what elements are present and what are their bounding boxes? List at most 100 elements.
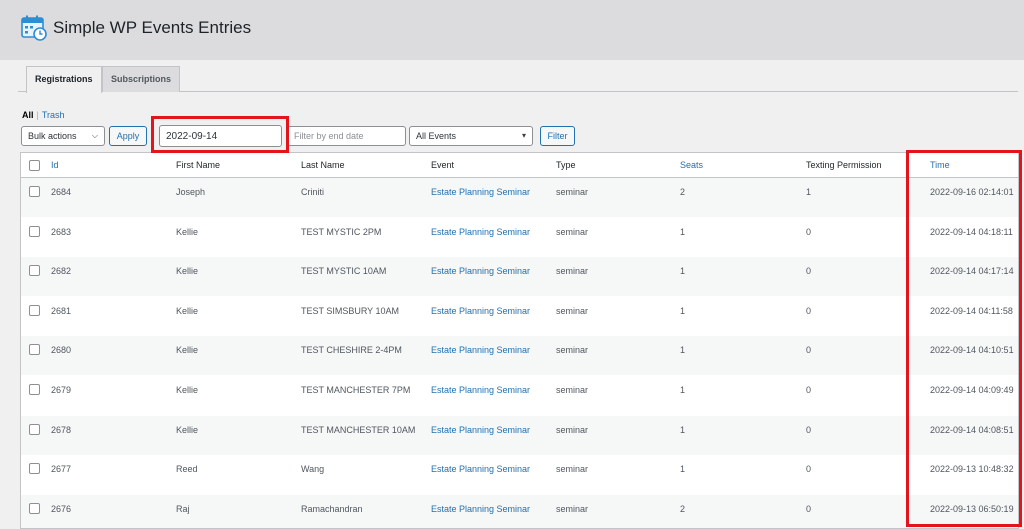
- row-first-name: Kellie: [176, 226, 199, 237]
- row-texting-permission: 0: [806, 424, 812, 435]
- row-checkbox[interactable]: [29, 344, 40, 356]
- bulk-actions-label: Bulk actions: [28, 131, 77, 141]
- row-first-name: Kellie: [176, 305, 199, 316]
- row-id: 2677: [51, 464, 72, 475]
- row-seats: 1: [680, 345, 686, 356]
- row-type: seminar: [556, 345, 589, 356]
- row-seats: 1: [680, 385, 686, 395]
- row-texting-permission: 0: [806, 226, 812, 237]
- row-last-name: TEST CHESHIRE 2-4PM: [301, 345, 402, 356]
- table-row: 2681 Kellie TEST SIMSBURY 10AM Estate Plann…: [21, 297, 1018, 336]
- row-texting-permission: 0: [806, 464, 812, 475]
- row-event-link[interactable]: Estate Planning Seminar: [431, 227, 530, 237]
- events-select[interactable]: All Events ▾: [409, 126, 533, 146]
- bulk-actions-select[interactable]: Bulk actions ⌵: [21, 126, 105, 146]
- row-last-name: TEST MYSTIC 2PM: [301, 226, 382, 237]
- tab-bar: Registrations Subscriptions: [18, 66, 1018, 93]
- row-id: 2683: [51, 226, 72, 237]
- row-checkbox[interactable]: [29, 502, 40, 514]
- row-checkbox[interactable]: [29, 384, 40, 395]
- row-event-link[interactable]: Estate Planning Seminar: [431, 464, 530, 474]
- row-id: 2680: [51, 345, 72, 356]
- table-row: 2680 Kellie TEST CHESHIRE 2-4PM Estate Plan…: [21, 336, 1018, 376]
- row-seats: 1: [680, 266, 686, 277]
- row-id: 2682: [51, 266, 72, 277]
- tab-registrations[interactable]: Registrations: [26, 66, 102, 93]
- row-seats: 1: [680, 226, 686, 237]
- column-header-event: Event: [431, 160, 455, 170]
- row-id: 2679: [51, 385, 72, 395]
- row-id: 2676: [51, 503, 72, 514]
- row-id: 2678: [51, 424, 72, 435]
- row-id: 2681: [51, 305, 72, 316]
- column-header-first-name: First Name: [176, 160, 221, 170]
- row-seats: 2: [680, 503, 686, 514]
- entries-table: Id First Name Last Name Event Type Seats…: [20, 152, 1019, 529]
- row-first-name: Reed: [176, 464, 198, 475]
- date-filter-highlight-box: [151, 116, 289, 153]
- row-first-name: Kellie: [176, 385, 199, 395]
- row-texting-permission: 1: [806, 187, 812, 197]
- row-type: seminar: [556, 503, 589, 514]
- end-date-input[interactable]: [287, 126, 406, 146]
- row-checkbox[interactable]: [29, 423, 40, 435]
- table-header-row: Id First Name Last Name Event Type Seats…: [21, 153, 1018, 178]
- tab-subscriptions[interactable]: Subscriptions: [102, 66, 181, 92]
- app-title: Simple WP Events Entries: [53, 18, 252, 37]
- row-type: seminar: [556, 266, 589, 277]
- view-trash-link[interactable]: Trash: [42, 110, 65, 120]
- column-header-last-name: Last Name: [301, 160, 345, 170]
- row-last-name: TEST MANCHESTER 10AM: [301, 424, 416, 435]
- calendar-clock-icon: [21, 15, 47, 41]
- caret-down-icon: ▾: [521, 131, 526, 140]
- row-texting-permission: 0: [806, 345, 812, 356]
- column-header-type: Type: [556, 160, 576, 170]
- filter-button[interactable]: Filter: [540, 126, 575, 146]
- row-type: seminar: [556, 305, 589, 316]
- row-checkbox[interactable]: [29, 265, 40, 277]
- row-checkbox[interactable]: [29, 463, 40, 475]
- select-all-checkbox[interactable]: [29, 160, 40, 171]
- table-row: 2684 Joseph Criniti Estate Planning Seminar…: [21, 178, 1018, 217]
- row-first-name: Kellie: [176, 345, 199, 356]
- row-last-name: Ramachandran: [301, 503, 363, 514]
- column-header-seats[interactable]: Seats: [680, 160, 703, 170]
- row-texting-permission: 0: [806, 305, 812, 316]
- row-event-link[interactable]: Estate Planning Seminar: [431, 385, 530, 395]
- row-id: 2684: [51, 187, 72, 197]
- column-header-id[interactable]: Id: [51, 160, 59, 170]
- view-filter-links: All | Trash: [22, 110, 65, 120]
- chevron-down-icon: ⌵: [91, 131, 98, 140]
- row-checkbox[interactable]: [29, 304, 40, 316]
- row-first-name: Kellie: [176, 266, 199, 277]
- table-row: 2682 Kellie TEST MYSTIC 10AM Estate Plannin…: [21, 257, 1018, 297]
- view-all-link[interactable]: All: [22, 110, 34, 120]
- row-type: seminar: [556, 226, 589, 237]
- row-first-name: Kellie: [176, 424, 199, 435]
- row-texting-permission: 0: [806, 266, 812, 277]
- row-seats: 1: [680, 305, 686, 316]
- row-first-name: Joseph: [176, 187, 206, 197]
- row-event-link[interactable]: Estate Planning Seminar: [431, 425, 530, 435]
- row-type: seminar: [556, 424, 589, 435]
- row-event-link[interactable]: Estate Planning Seminar: [431, 504, 530, 514]
- apply-button[interactable]: Apply: [109, 126, 147, 146]
- row-type: seminar: [556, 385, 589, 395]
- table-row: 2683 Kellie TEST MYSTIC 2PM Estate Planning…: [21, 218, 1018, 257]
- table-row: 2676 Raj Ramachandran Estate Planning Semin…: [21, 494, 1018, 528]
- row-event-link[interactable]: Estate Planning Seminar: [431, 187, 530, 197]
- time-column-highlight-box: [906, 150, 1022, 527]
- table-row: 2678 Kellie TEST MANCHESTER 10AM Estate Pla…: [21, 415, 1018, 455]
- row-last-name: TEST MYSTIC 10AM: [301, 266, 387, 277]
- row-checkbox[interactable]: [29, 186, 40, 197]
- row-checkbox[interactable]: [29, 225, 40, 237]
- row-event-link[interactable]: Estate Planning Seminar: [431, 266, 530, 276]
- row-event-link[interactable]: Estate Planning Seminar: [431, 345, 530, 355]
- row-event-link[interactable]: Estate Planning Seminar: [431, 306, 530, 316]
- row-seats: 2: [680, 187, 686, 197]
- events-select-label: All Events: [416, 131, 457, 141]
- row-type: seminar: [556, 464, 589, 475]
- table-row: 2679 Kellie TEST MANCHESTER 7PM Estate Plan…: [21, 376, 1018, 415]
- row-texting-permission: 0: [806, 385, 812, 395]
- row-first-name: Raj: [176, 503, 190, 514]
